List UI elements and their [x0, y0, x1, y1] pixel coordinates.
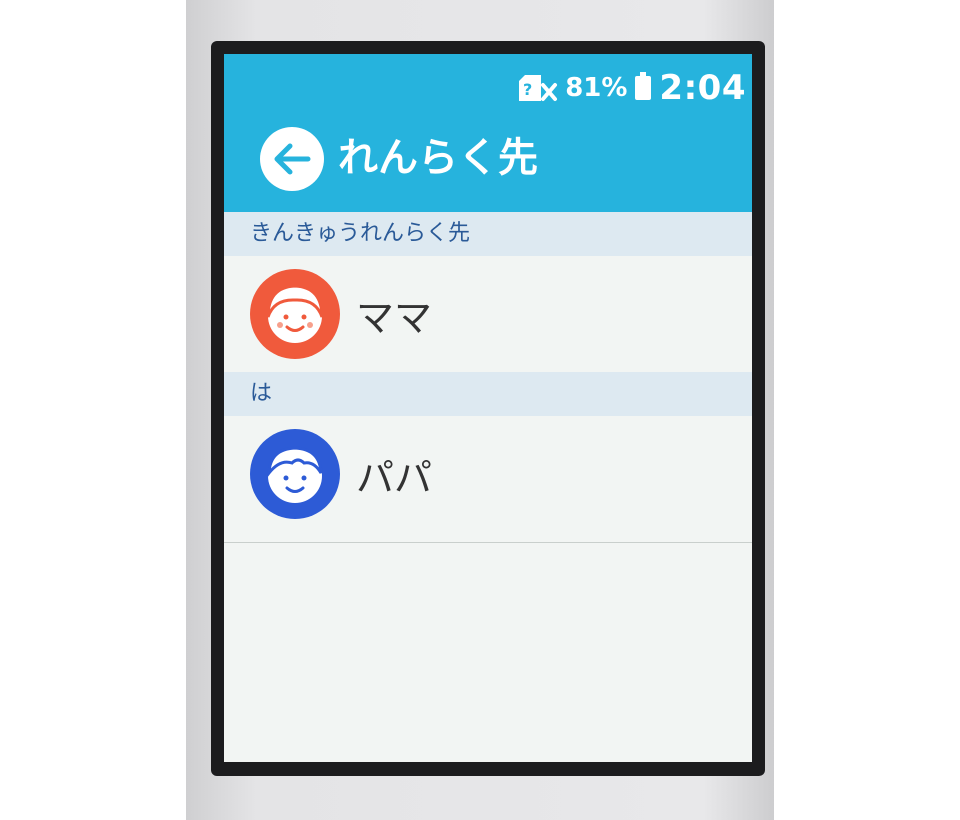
- mama-avatar-icon: [250, 269, 340, 359]
- back-button[interactable]: [260, 127, 324, 191]
- section-header-ha: は: [224, 372, 752, 416]
- contact-name: パパ: [356, 455, 433, 500]
- svg-text:?: ?: [523, 80, 532, 99]
- no-sim-icon: ?: [517, 73, 559, 103]
- contact-name: ママ: [356, 295, 433, 340]
- contact-item-papa[interactable]: パパ: [224, 416, 752, 532]
- battery-icon: [635, 72, 652, 100]
- battery-percent: 81%: [565, 73, 628, 103]
- contact-item-mama[interactable]: ママ: [224, 256, 752, 372]
- app-header: ? 81% 2:04 れんらく先: [224, 54, 752, 212]
- list-divider: [224, 542, 752, 543]
- clock: 2:04: [659, 68, 746, 108]
- phone-screen: ? 81% 2:04 れんらく先 きんきゅうれんらく先 ママ は パパ: [224, 54, 752, 762]
- page-title: れんらく先: [338, 135, 538, 181]
- papa-avatar-icon: [250, 429, 340, 519]
- section-header-emergency: きんきゅうれんらく先: [224, 212, 752, 256]
- arrow-left-icon: [274, 143, 311, 175]
- status-bar: ? 81% 2:04: [517, 68, 746, 108]
